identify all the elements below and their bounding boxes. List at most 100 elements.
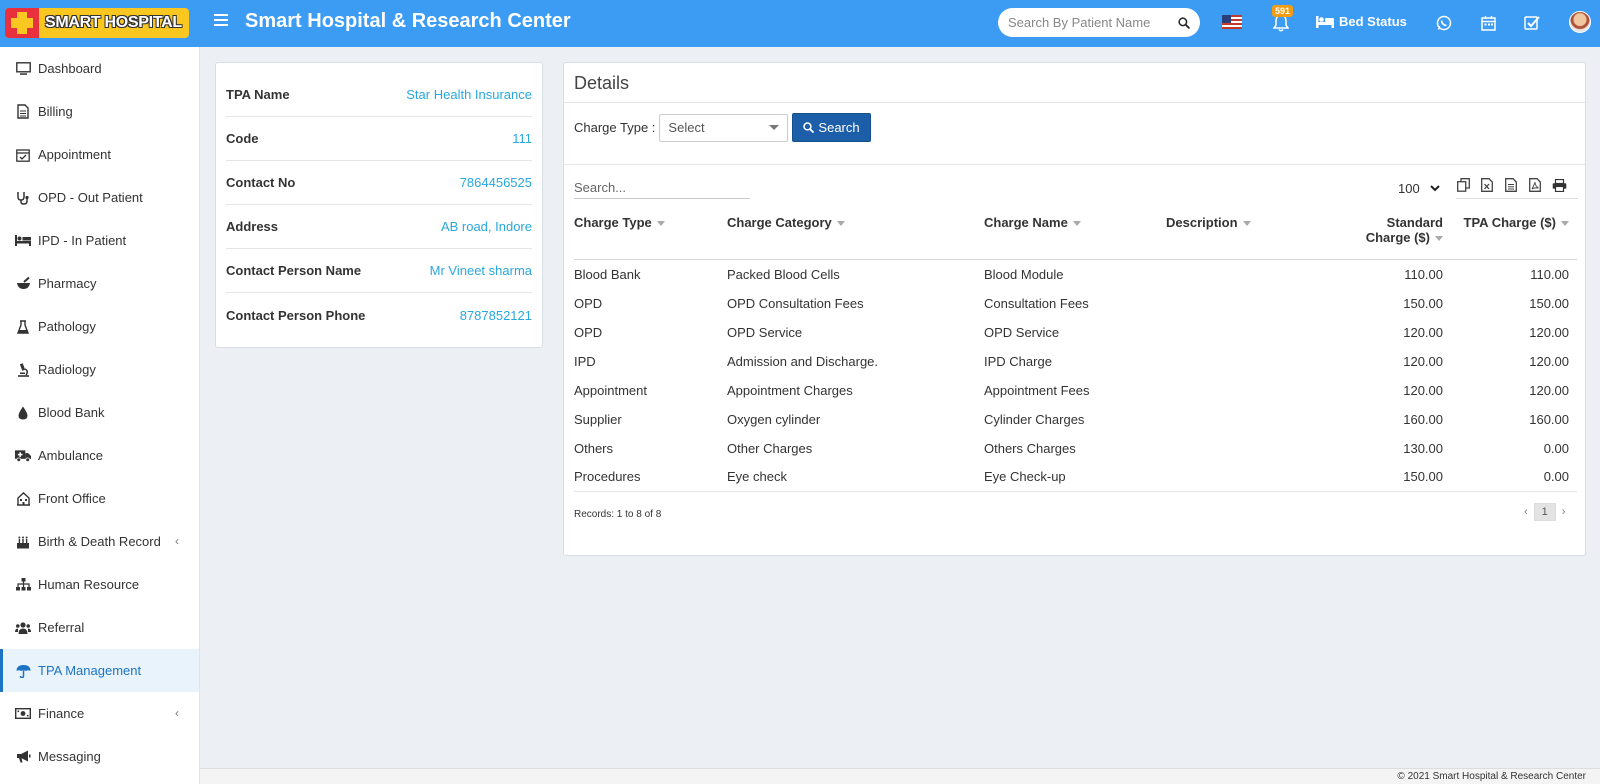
- calendar-icon[interactable]: [1477, 12, 1499, 34]
- charge-type-label: Charge Type :: [574, 120, 656, 135]
- table-search-input[interactable]: [574, 177, 750, 199]
- page-size-select[interactable]: 100: [1398, 178, 1440, 198]
- info-value: 8787852121: [459, 307, 532, 323]
- column-header-charge-name[interactable]: Charge Name: [984, 211, 1166, 260]
- birthday-cake-icon: [15, 534, 31, 550]
- bed-icon: [15, 233, 31, 249]
- details-title: Details: [564, 63, 1585, 103]
- stethoscope-icon: [15, 190, 31, 206]
- table-cell: Blood Bank: [574, 266, 641, 282]
- page-size-value: 100: [1398, 180, 1420, 196]
- next-page-icon[interactable]: ›: [1562, 506, 1566, 518]
- table-cell: OPD Consultation Fees: [727, 295, 864, 311]
- sidebar-item-pathology[interactable]: Pathology: [0, 305, 199, 348]
- mortar-pestle-icon: [15, 276, 31, 292]
- table-cell: Appointment Charges: [727, 382, 853, 398]
- sidebar-toggle-icon[interactable]: [214, 14, 228, 28]
- sort-caret-icon: [1242, 221, 1251, 227]
- search-icon[interactable]: [1178, 15, 1190, 31]
- search-icon: [803, 122, 815, 133]
- print-icon[interactable]: [1551, 177, 1567, 193]
- info-label: Contact Person Phone: [226, 307, 366, 323]
- table-row: OPD OPD Consultation Fees Consultation Fee…: [574, 289, 1577, 318]
- divider: [564, 164, 1585, 165]
- sidebar-item-referral[interactable]: Referral: [0, 606, 199, 649]
- charge-type-filter: Charge Type : Select Search: [574, 113, 871, 142]
- patient-search-input[interactable]: [1008, 15, 1178, 30]
- hospital-cross-icon: [5, 8, 39, 38]
- sidebar-item-label: Radiology: [38, 362, 96, 377]
- user-avatar[interactable]: [1569, 11, 1591, 33]
- info-label: Contact No: [226, 175, 296, 190]
- sidebar-item-label: Finance: [38, 706, 85, 721]
- pdf-icon[interactable]: [1527, 177, 1543, 193]
- sidebar-item-front-office[interactable]: Front Office: [0, 477, 199, 520]
- table-cell: 160.00: [1529, 411, 1569, 427]
- info-value: AB road, Indore: [440, 219, 532, 234]
- sidebar-item-dashboard[interactable]: Dashboard: [0, 47, 199, 90]
- table-row: Others Other Charges Others Charges 130.00 0…: [574, 434, 1577, 463]
- bed-icon: [1316, 15, 1334, 28]
- table-cell: 130.00: [1403, 440, 1443, 456]
- table-cell: Others Charges: [984, 440, 1076, 456]
- charge-type-selected-value: Select: [668, 120, 705, 135]
- tpa-contact-no-row: Contact No 7864456525: [226, 161, 532, 205]
- language-flag-icon[interactable]: [1222, 15, 1242, 29]
- table-header-row: Charge Type Charge Category Charge Name …: [574, 211, 1577, 260]
- bullhorn-icon: [15, 749, 31, 765]
- caret-down-icon: [769, 125, 780, 130]
- sidebar-item-ipd[interactable]: IPD - In Patient: [0, 219, 199, 262]
- table-cell: Other Charges: [727, 440, 813, 456]
- column-header-charge-type[interactable]: Charge Type: [574, 211, 727, 260]
- column-header-description[interactable]: Description: [1166, 211, 1326, 260]
- sidebar-item-billing[interactable]: Billing: [0, 90, 199, 133]
- sidebar-item-blood-bank[interactable]: Blood Bank: [0, 391, 199, 434]
- column-header-standard-charge[interactable]: Standard Charge ($): [1326, 211, 1451, 260]
- umbrella-icon: [15, 663, 31, 679]
- table-cell: [1166, 347, 1326, 376]
- bed-status-button[interactable]: Bed Status: [1316, 14, 1407, 29]
- sidebar-item-opd[interactable]: OPD - Out Patient: [0, 176, 199, 219]
- sidebar-item-label: Appointment: [38, 147, 111, 162]
- table-cell: 120.00: [1403, 353, 1443, 369]
- building-icon: [15, 491, 31, 507]
- app-logo[interactable]: SMART HOSPITAL: [5, 8, 189, 38]
- sidebar-item-human-resource[interactable]: Human Resource: [0, 563, 199, 606]
- info-label: Contact Person Name: [226, 263, 362, 278]
- table-cell: IPD: [574, 353, 596, 369]
- search-button[interactable]: Search: [792, 113, 871, 142]
- sidebar-item-messaging[interactable]: Messaging: [0, 735, 199, 778]
- csv-icon[interactable]: [1503, 177, 1519, 193]
- sidebar-item-ambulance[interactable]: Ambulance: [0, 434, 199, 477]
- sidebar-item-tpa-management[interactable]: TPA Management: [0, 649, 199, 692]
- sidebar-item-pharmacy[interactable]: Pharmacy: [0, 262, 199, 305]
- table-cell: 0.00: [1451, 462, 1577, 492]
- sidebar-item-radiology[interactable]: Radiology: [0, 348, 199, 391]
- table-cell: Cylinder Charges: [984, 411, 1085, 427]
- page-number-current[interactable]: 1: [1533, 503, 1556, 521]
- previous-page-icon[interactable]: ‹: [1524, 506, 1528, 518]
- sidebar-item-label: Front Office: [38, 491, 106, 506]
- table-cell: 150.00: [1403, 295, 1443, 311]
- column-header-tpa-charge[interactable]: TPA Charge ($): [1451, 211, 1577, 260]
- info-value: Star Health Insurance: [406, 87, 532, 102]
- sidebar-item-label: Referral: [38, 620, 85, 635]
- charge-type-select[interactable]: Select: [659, 113, 789, 142]
- toolbar-underline: [1456, 198, 1578, 199]
- app-title: Smart Hospital & Research Center: [245, 10, 571, 32]
- table-cell: [1166, 260, 1326, 289]
- sidebar-item-label: IPD - In Patient: [38, 233, 127, 248]
- sidebar-item-birth-death[interactable]: Birth & Death Record ‹: [0, 520, 199, 563]
- info-label: Address: [226, 219, 279, 234]
- sidebar-item-appointment[interactable]: Appointment: [0, 133, 199, 176]
- task-checklist-icon[interactable]: [1521, 12, 1543, 34]
- table-cell: [1166, 318, 1326, 347]
- excel-icon[interactable]: [1479, 177, 1495, 193]
- whatsapp-icon[interactable]: [1433, 12, 1455, 34]
- table-cell: 120.00: [1529, 382, 1569, 398]
- column-header-charge-category[interactable]: Charge Category: [727, 211, 984, 260]
- sidebar-item-finance[interactable]: Finance ‹: [0, 692, 199, 735]
- bed-status-label: Bed Status: [1339, 14, 1407, 29]
- charges-table: Charge Type Charge Category Charge Name …: [574, 211, 1577, 492]
- copy-icon[interactable]: [1455, 177, 1471, 193]
